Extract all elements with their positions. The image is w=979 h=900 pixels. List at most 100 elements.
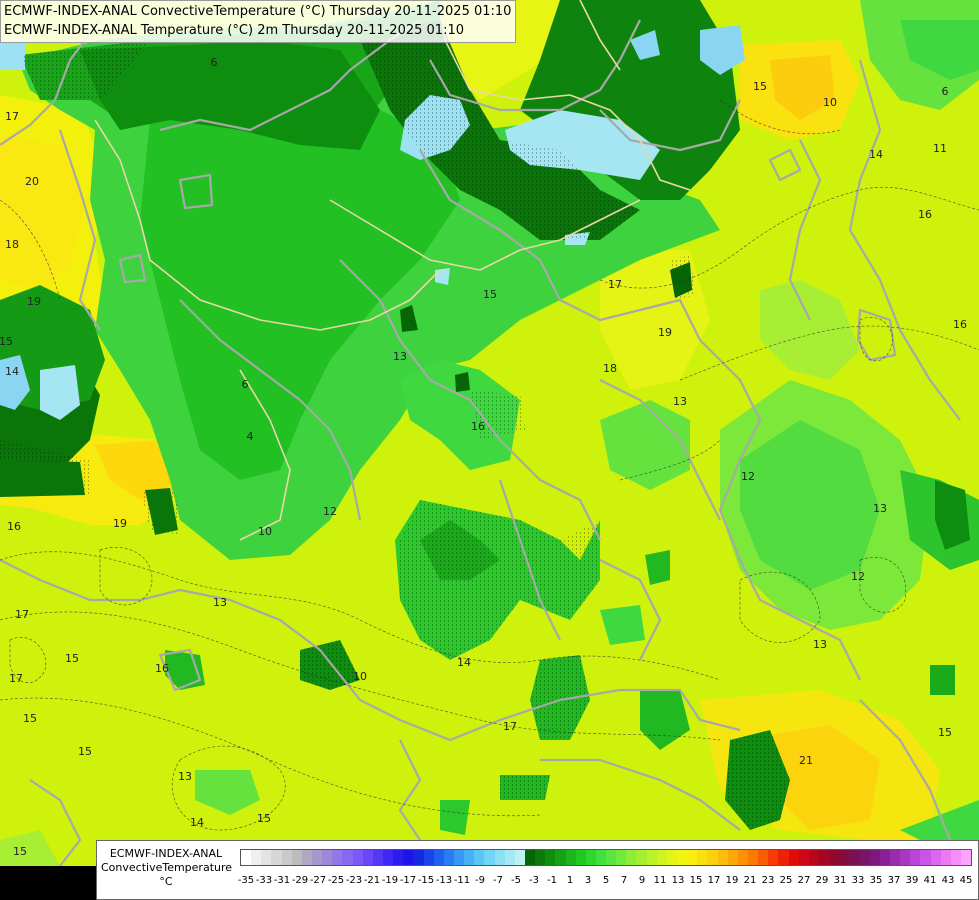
legend-tick-label: 19 <box>725 875 739 886</box>
legend-color-bar <box>240 849 972 866</box>
legend-tick-label: -19 <box>381 875 399 886</box>
legend-swatch <box>666 850 678 865</box>
legend-swatch <box>859 850 870 865</box>
legend-tick-label: 11 <box>653 875 667 886</box>
legend-swatch <box>504 850 515 865</box>
legend-swatch <box>251 850 262 865</box>
contour-label: 15 <box>13 845 27 858</box>
legend-title: ECMWF-INDEX-ANAL ConvectiveTemperature °… <box>101 847 232 889</box>
legend-tick-label: -23 <box>345 875 363 886</box>
legend-swatch <box>798 850 809 865</box>
contour-label: 4 <box>247 430 254 443</box>
legend-swatch <box>575 850 586 865</box>
legend-tick-label: -31 <box>273 875 291 886</box>
contour-label: 13 <box>213 596 227 609</box>
legend-swatch <box>311 850 323 865</box>
legend-swatch <box>707 850 718 865</box>
legend-swatch <box>372 850 383 865</box>
green-patch-right2 <box>930 665 955 695</box>
legend-swatch <box>606 850 617 865</box>
legend-swatch <box>829 850 840 865</box>
contour-label: 20 <box>25 175 39 188</box>
legend-swatch <box>443 850 454 865</box>
legend-swatch <box>332 850 343 865</box>
contour-label: 15 <box>483 288 497 301</box>
title-line-convective: ECMWF-INDEX-ANAL ConvectiveTemperature (… <box>4 4 512 19</box>
contour-label: 14 <box>869 148 883 161</box>
legend-swatch <box>626 850 637 865</box>
contour-label: 14 <box>5 365 19 378</box>
contour-label: 16 <box>471 420 485 433</box>
legend-swatch <box>656 850 667 865</box>
legend-swatch <box>900 850 911 865</box>
contour-label: 12 <box>741 470 755 483</box>
legend-title-source: ECMWF-INDEX-ANAL <box>109 847 223 860</box>
legend-tick-label: -17 <box>399 875 417 886</box>
legend-tick-label: -27 <box>309 875 327 886</box>
legend-tick-labels: -35 -33 -31 -29 -27 -25 -23 -21 -19 -17 -15 -13 -11-… <box>238 875 973 889</box>
legend-swatch <box>524 850 536 865</box>
contour-label: 6 <box>942 85 949 98</box>
contour-label: 6 <box>242 378 249 391</box>
legend-swatch <box>819 850 830 865</box>
legend-swatch <box>595 850 607 865</box>
contour-label: 17 <box>503 720 517 733</box>
legend-tick-label: 33 <box>851 875 865 886</box>
green-patch-se5 <box>440 800 470 835</box>
legend-tick-label: -9 <box>475 875 485 886</box>
legend-tick-label: 37 <box>887 875 901 886</box>
contour-label: 15 <box>753 80 767 93</box>
legend-swatch <box>291 850 302 865</box>
contour-label: 13 <box>673 395 687 408</box>
legend-tick-label: -1 <box>547 875 557 886</box>
legend-swatch <box>403 850 414 865</box>
contour-label: 15 <box>0 335 13 348</box>
legend-swatch <box>940 850 951 865</box>
contour-label: 14 <box>457 656 471 669</box>
corner-fill <box>0 866 96 900</box>
legend-swatch <box>930 850 941 865</box>
contour-label: 16 <box>918 208 932 221</box>
contour-label: 12 <box>323 505 337 518</box>
legend-tick-label: 29 <box>815 875 829 886</box>
weather-map: 101114161615 6172018191566413151719181316… <box>0 0 979 900</box>
legend-swatch <box>423 850 434 865</box>
contour-label: 15 <box>257 812 271 825</box>
legend-swatch <box>920 850 931 865</box>
legend-tick-label: 15 <box>689 875 703 886</box>
legend-tick-label: 35 <box>869 875 883 886</box>
legend-swatch <box>687 850 698 865</box>
contour-label: 13 <box>813 638 827 651</box>
legend-tick-label: 41 <box>923 875 937 886</box>
contour-label: 13 <box>393 350 407 363</box>
legend-swatch <box>849 850 860 865</box>
legend-tick-label: -21 <box>363 875 381 886</box>
contour-label: 15 <box>938 726 952 739</box>
legend-tick-label: -3 <box>529 875 539 886</box>
legend-tick-label: 39 <box>905 875 919 886</box>
legend-swatch <box>342 850 353 865</box>
legend-tick-label: 43 <box>941 875 955 886</box>
legend-swatch <box>484 850 495 865</box>
legend-tick-label: 25 <box>779 875 793 886</box>
contour-label: 15 <box>78 745 92 758</box>
dark-core-5 <box>0 460 85 497</box>
legend-swatch <box>453 850 465 865</box>
legend-tick-label: -5 <box>511 875 521 886</box>
legend-swatch <box>879 850 890 865</box>
contour-label: 11 <box>933 142 947 155</box>
legend-swatch <box>301 850 312 865</box>
contour-label: 12 <box>851 570 865 583</box>
legend-tick-label: 23 <box>761 875 775 886</box>
title-line-temperature: ECMWF-INDEX-ANAL Temperature (°C) 2m Thu… <box>4 23 464 38</box>
legend-swatch <box>748 850 759 865</box>
legend-swatch <box>413 850 424 865</box>
hatch-region-9 <box>500 775 550 800</box>
contour-label: 21 <box>799 754 813 767</box>
legend-swatch <box>565 850 576 865</box>
legend-swatch <box>514 850 525 865</box>
map-title-box: ECMWF-INDEX-ANAL ConvectiveTemperature (… <box>0 0 517 43</box>
color-legend: ECMWF-INDEX-ANAL ConvectiveTemperature °… <box>96 840 979 900</box>
legend-swatch <box>241 850 252 865</box>
legend-swatch <box>737 850 749 865</box>
